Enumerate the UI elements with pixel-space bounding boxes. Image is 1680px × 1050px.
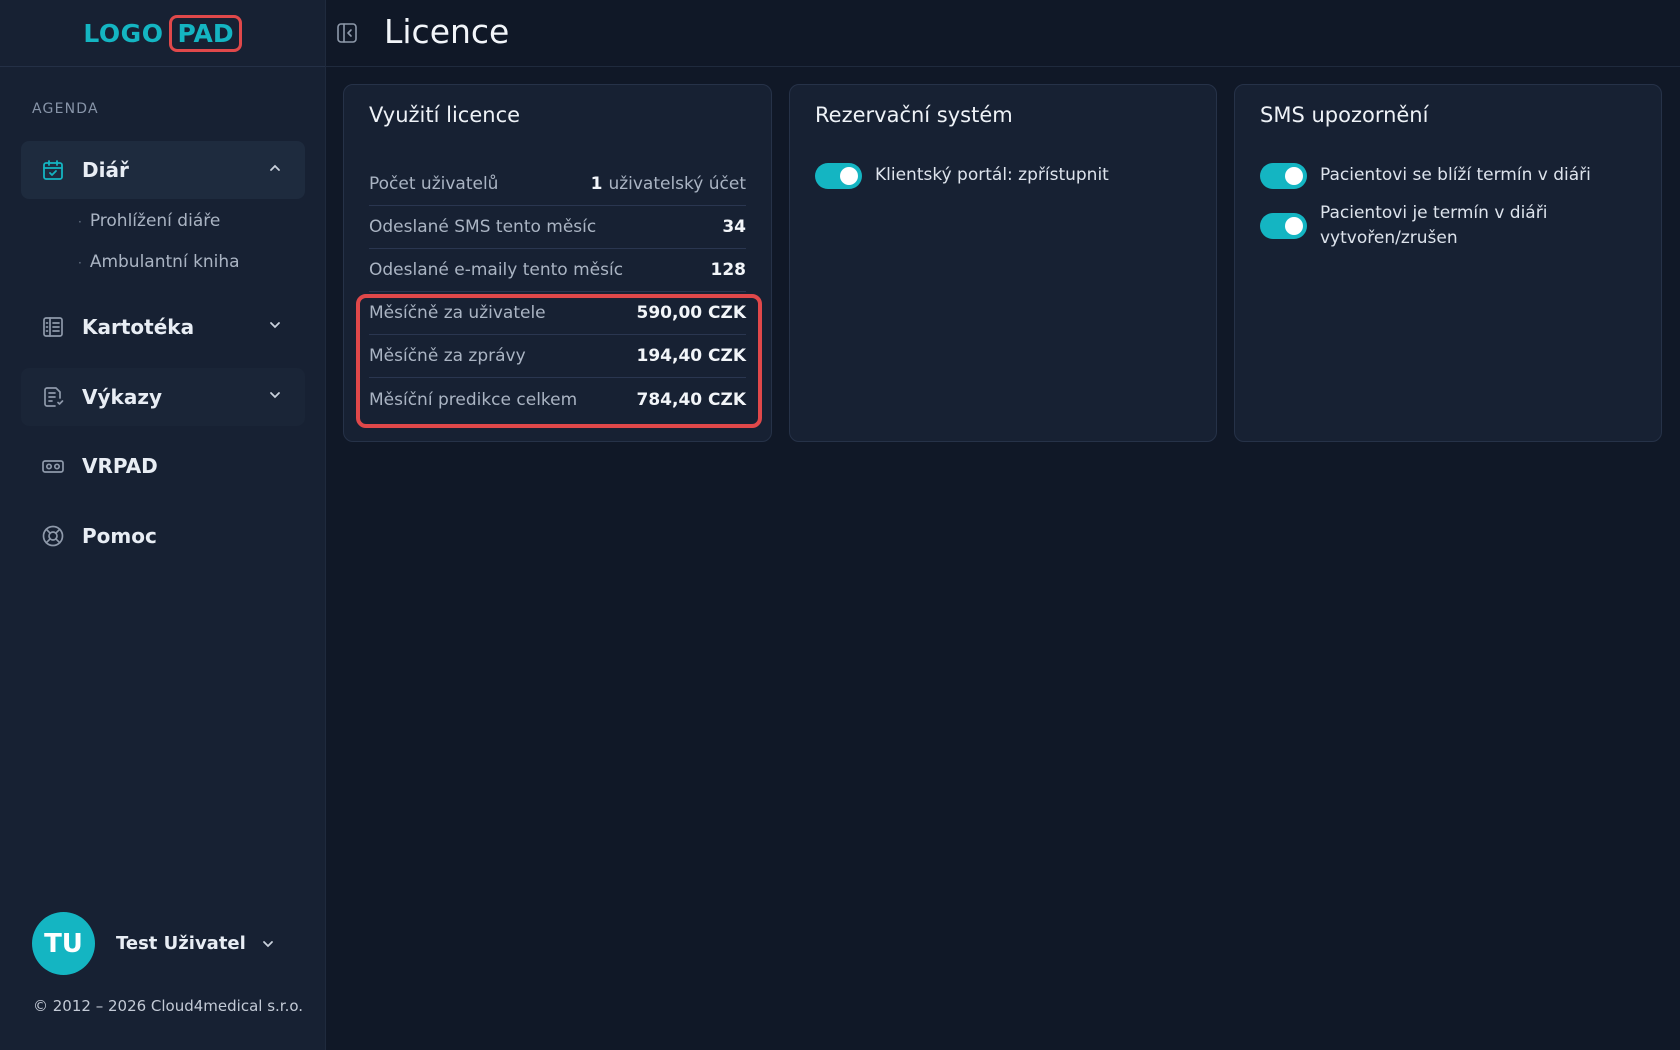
card-title: SMS upozornění	[1260, 103, 1429, 127]
row-label: Odeslané SMS tento měsíc	[369, 217, 597, 237]
logo-text: LOGO	[83, 18, 164, 48]
sidebar-item-pomoc[interactable]: Pomoc	[21, 507, 305, 565]
sidebar-subitem-prohlizeni[interactable]: · Prohlížení diáře	[78, 211, 220, 231]
avatar: TU	[32, 912, 95, 975]
app-root: LOGO PAD AGENDA Diář · Prohlížení diáře ·…	[0, 0, 1680, 1050]
card-title: Využití licence	[369, 103, 521, 127]
license-usage-card: Využití licence Počet uživatelů 1 uživat…	[343, 84, 772, 442]
upcoming-appointment-toggle[interactable]	[1260, 163, 1307, 189]
page-title: Licence	[384, 12, 510, 51]
vr-headset-icon	[41, 454, 65, 478]
calendar-check-icon	[41, 158, 65, 182]
logo[interactable]: LOGO PAD	[0, 0, 325, 67]
sidebar-item-label: Diář	[82, 158, 129, 182]
lifebuoy-icon	[41, 524, 65, 548]
table-row: Odeslané SMS tento měsíc 34	[369, 206, 746, 249]
file-index-icon	[41, 315, 65, 339]
client-portal-toggle[interactable]	[815, 163, 862, 189]
sidebar-item-label: Kartotéka	[82, 315, 195, 339]
card-title: Rezervační systém	[815, 103, 1013, 127]
sidebar-collapse-icon[interactable]	[336, 22, 358, 48]
row-value: 128	[710, 260, 747, 280]
sidebar-item-vrpad[interactable]: VRPAD	[21, 437, 305, 495]
sidebar-item-kartoteka[interactable]: Kartotéka	[21, 298, 305, 356]
sidebar-item-label: Pomoc	[82, 524, 157, 548]
logo-pad-text: PAD	[169, 14, 242, 52]
table-row: Odeslané e-maily tento měsíc 128	[369, 249, 746, 292]
toggle-row: Pacientovi je termín v diáři vytvořen/zr…	[1260, 201, 1580, 251]
highlight-frame	[356, 294, 762, 428]
row-label: Odeslané e-maily tento měsíc	[369, 260, 624, 280]
toggle-row: Pacientovi se blíží termín v diáři	[1260, 163, 1600, 189]
appointment-change-toggle[interactable]	[1260, 213, 1307, 239]
sms-notifications-card: SMS upozornění Pacientovi se blíží termí…	[1234, 84, 1662, 442]
user-menu[interactable]: TU Test Uživatel	[32, 912, 273, 975]
report-icon	[41, 385, 65, 409]
sidebar-section-title: AGENDA	[32, 101, 99, 117]
row-label: Počet uživatelů	[369, 174, 499, 194]
bullet-icon: ·	[78, 215, 82, 229]
copyright: © 2012 – 2026 Cloud4medical s.r.o.	[33, 997, 304, 1015]
toggle-label: Klientský portál: zpřístupnit	[875, 165, 1109, 185]
user-name: Test Uživatel	[116, 933, 246, 954]
row-value: 1 uživatelský účet	[590, 174, 746, 194]
bullet-icon: ·	[78, 256, 82, 270]
chevron-down-icon[interactable]	[260, 936, 276, 956]
toggle-label: Pacientovi je termín v diáři vytvořen/zr…	[1320, 203, 1548, 248]
sidebar-item-label: Výkazy	[82, 385, 162, 409]
reservation-system-card: Rezervační systém Klientský portál: zpří…	[789, 84, 1217, 442]
sidebar-item-label: VRPAD	[82, 454, 158, 478]
sidebar-item-vykazy[interactable]: Výkazy	[21, 368, 305, 426]
header: Licence	[326, 0, 1680, 67]
chevron-up-icon[interactable]	[267, 160, 283, 176]
table-row: Počet uživatelů 1 uživatelský účet	[369, 163, 746, 206]
chevron-down-icon[interactable]	[267, 317, 283, 333]
toggle-row: Klientský portál: zpřístupnit	[815, 163, 1109, 189]
toggle-label: Pacientovi se blíží termín v diáři	[1320, 165, 1591, 185]
chevron-down-icon[interactable]	[267, 387, 283, 403]
sidebar: LOGO PAD AGENDA Diář · Prohlížení diáře ·…	[0, 0, 326, 1050]
sidebar-item-diar[interactable]: Diář	[21, 141, 305, 199]
row-value: 34	[722, 217, 746, 237]
sidebar-subitem-ambulantni-kniha[interactable]: · Ambulantní kniha	[78, 252, 240, 272]
